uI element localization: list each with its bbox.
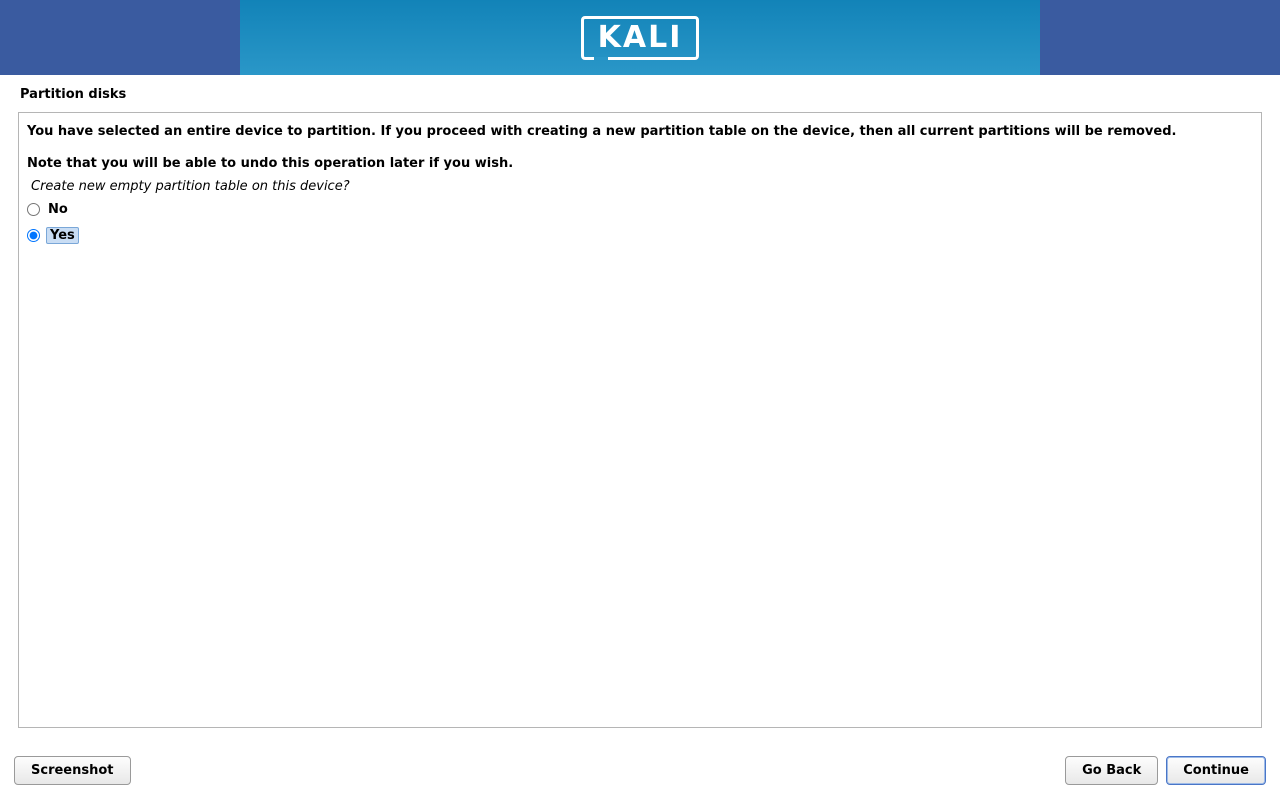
option-yes-row[interactable]: Yes: [27, 227, 1253, 244]
screenshot-button[interactable]: Screenshot: [14, 756, 131, 785]
option-no-label[interactable]: No: [46, 202, 70, 217]
option-no-radio[interactable]: [27, 203, 40, 216]
installer-banner: KALI: [0, 0, 1280, 75]
option-yes-radio[interactable]: [27, 229, 40, 242]
content-box: You have selected an entire device to pa…: [18, 112, 1262, 728]
option-no-row[interactable]: No: [27, 202, 1253, 217]
go-back-button[interactable]: Go Back: [1065, 756, 1158, 785]
installer-page: Partition disks You have selected an ent…: [0, 75, 1280, 728]
warning-text-2: Note that you will be able to undo this …: [27, 155, 1253, 173]
question-text: Create new empty partition table on this…: [31, 179, 1253, 194]
continue-button[interactable]: Continue: [1166, 756, 1266, 785]
warning-text-1: You have selected an entire device to pa…: [27, 123, 1253, 141]
option-yes-label[interactable]: Yes: [46, 227, 79, 244]
banner-center: KALI: [240, 0, 1040, 75]
footer-bar: Screenshot Go Back Continue: [0, 756, 1280, 785]
kali-logo: KALI: [581, 16, 700, 60]
page-title: Partition disks: [20, 87, 1262, 102]
